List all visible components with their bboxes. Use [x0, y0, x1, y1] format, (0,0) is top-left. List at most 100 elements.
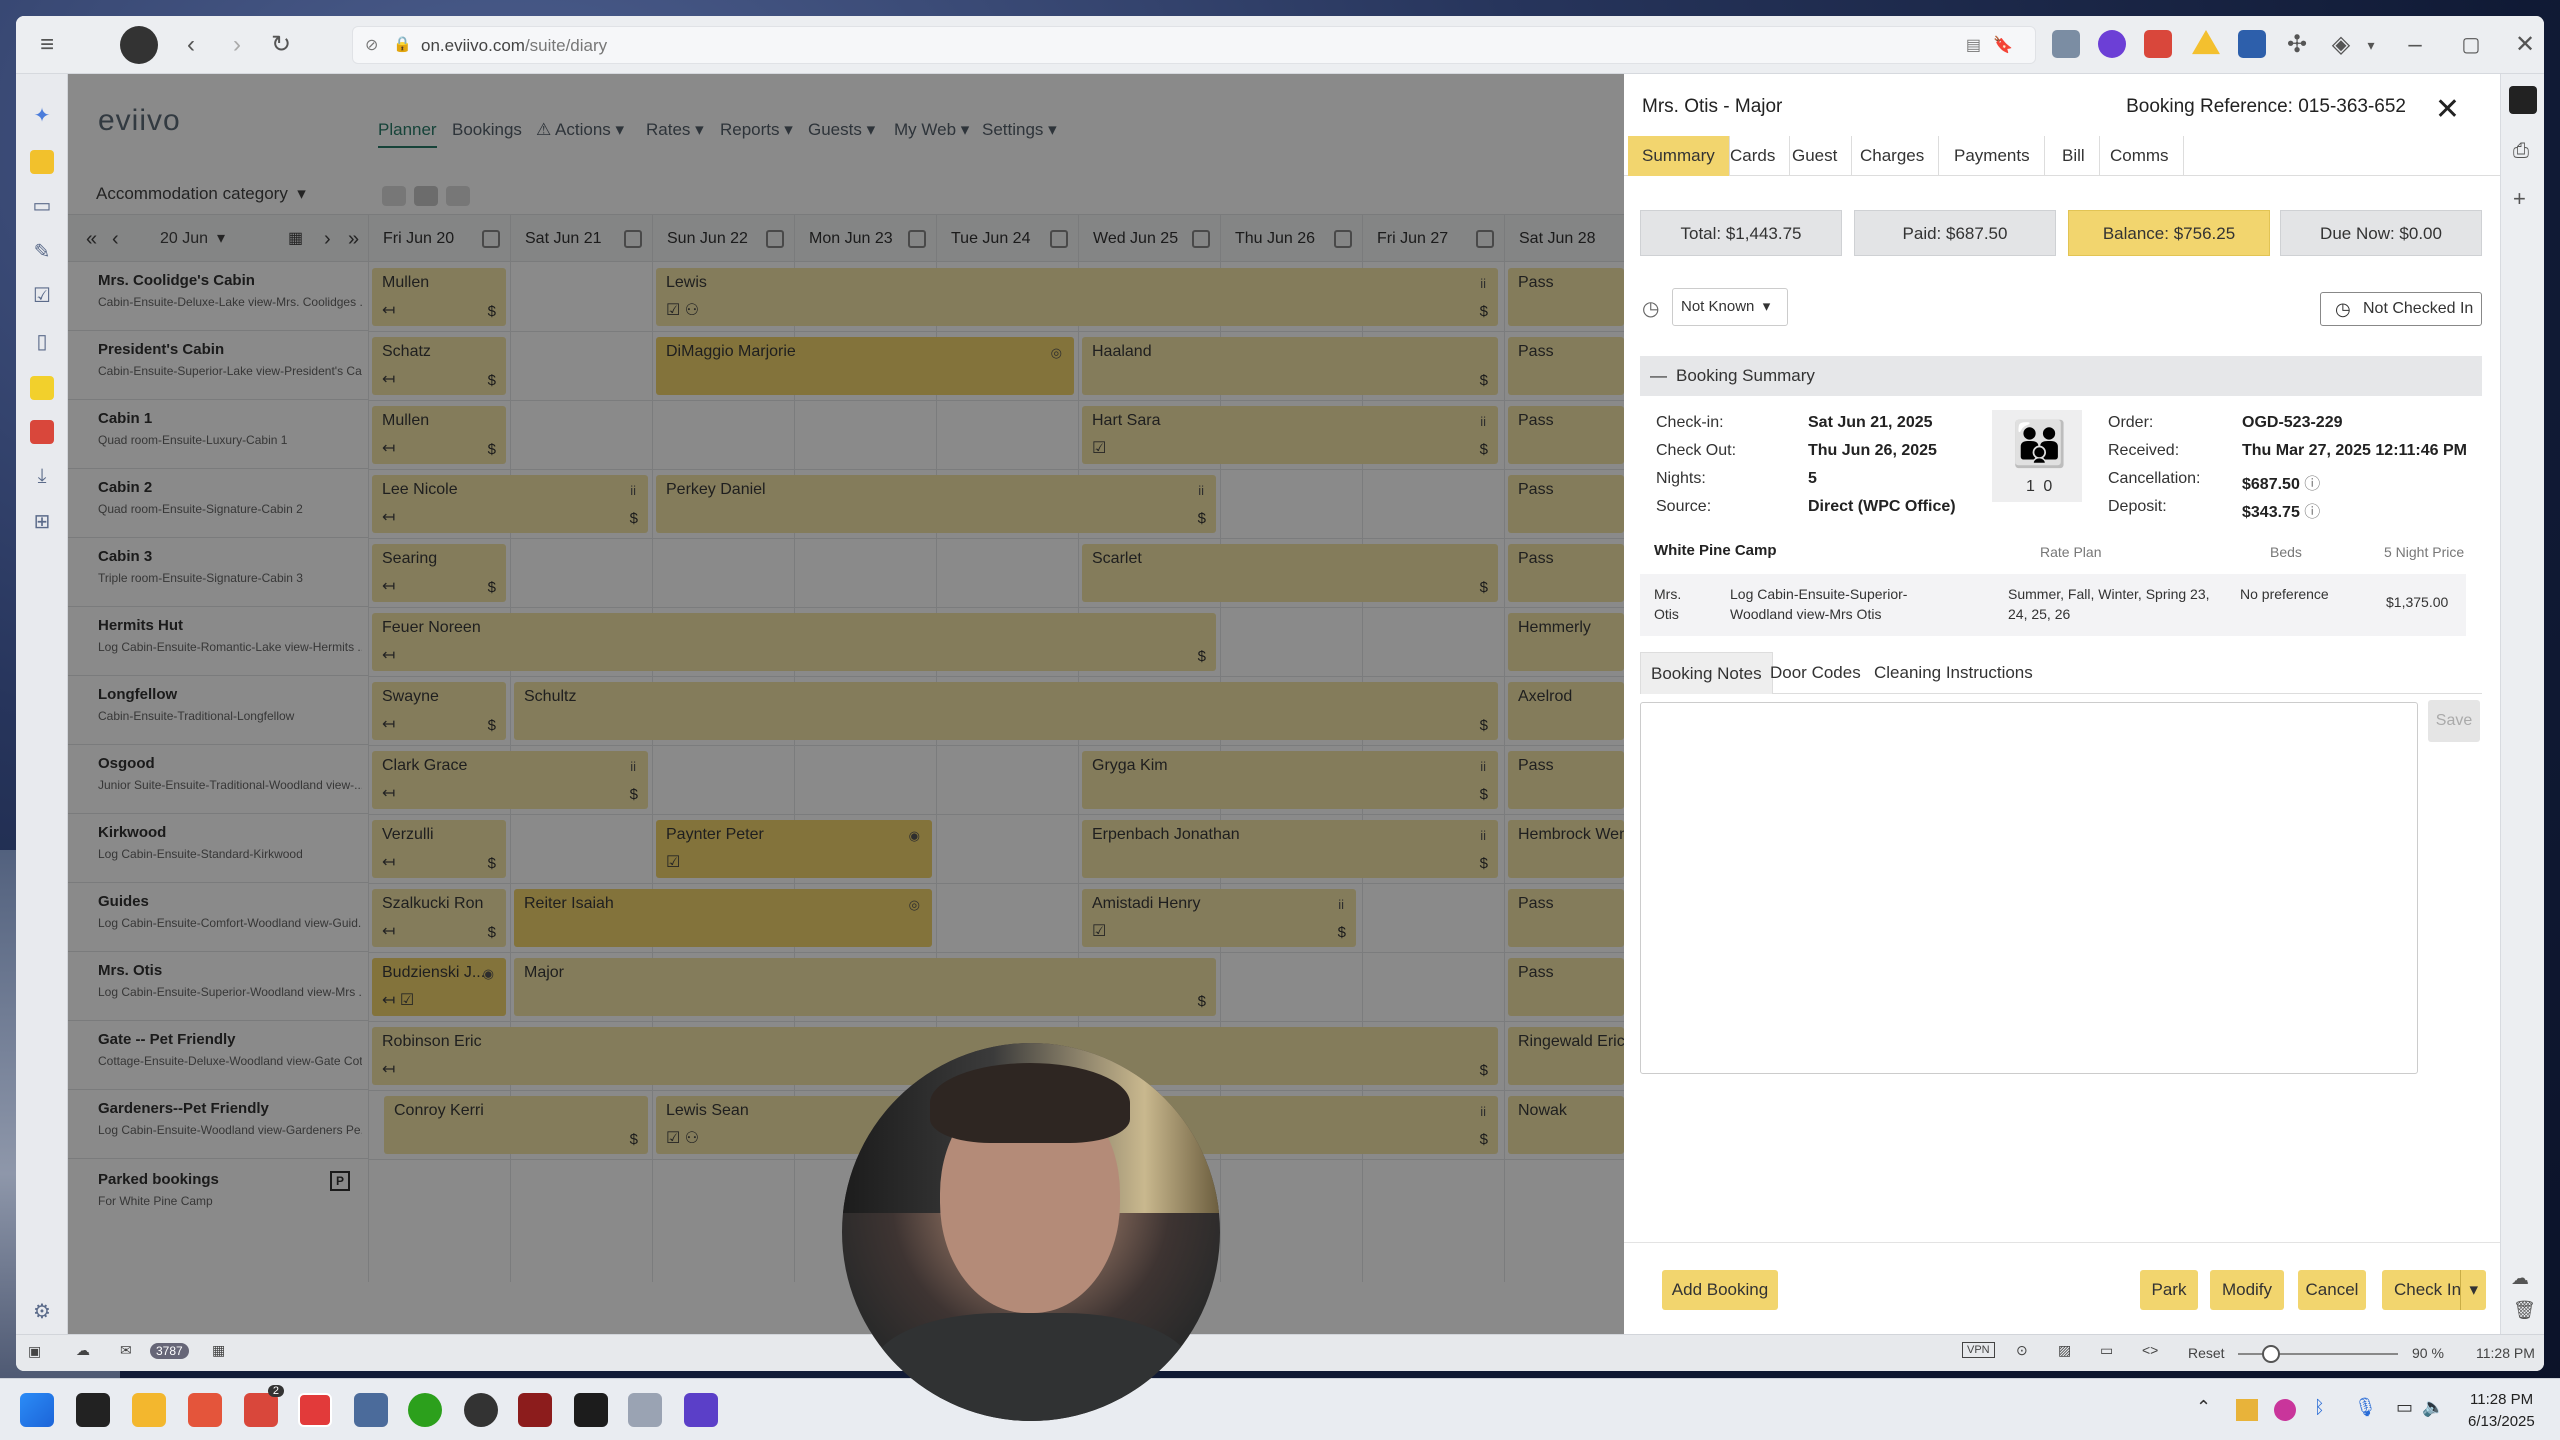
extension-panel-icon[interactable] [30, 376, 54, 400]
volume-icon[interactable]: 🔈 [2422, 1397, 2444, 1418]
extension-todoist-icon[interactable] [2144, 30, 2172, 58]
back-icon[interactable]: ‹ [176, 30, 206, 60]
close-window-icon[interactable]: ✕ [2510, 30, 2540, 60]
todoist-panel-icon[interactable] [30, 420, 54, 444]
reader-icon[interactable]: ▤ [1966, 35, 1981, 55]
bluetooth-icon[interactable]: ᛒ [2314, 1397, 2325, 1418]
add-booking-button[interactable]: Add Booking [1662, 1270, 1778, 1310]
minimize-icon[interactable]: – [2400, 30, 2430, 60]
cloud-icon[interactable]: ☁ [2511, 1268, 2529, 1289]
extension-drive-icon[interactable] [2192, 30, 2220, 55]
reading-list-icon[interactable]: ▯ [30, 330, 54, 354]
tile-icon[interactable]: ▭ [2100, 1342, 2113, 1359]
vpn-icon[interactable]: VPN [1962, 1342, 1995, 1358]
calendar-icon[interactable]: ▭ [30, 194, 54, 218]
tab-charges[interactable]: Charges [1846, 136, 1940, 176]
tab-bill[interactable]: Bill [2048, 136, 2100, 176]
taskbar-date[interactable]: 6/13/2025 [2468, 1413, 2535, 1430]
reload-icon[interactable]: ↻ [266, 30, 296, 60]
close-icon[interactable]: ✕ [2435, 92, 2460, 127]
webcam-hair [930, 1063, 1130, 1143]
zoom-slider-handle[interactable] [2262, 1345, 2280, 1363]
mail-icon[interactable]: ✉ [120, 1342, 132, 1359]
tab-booking-notes[interactable]: Booking Notes [1640, 652, 1773, 694]
panel-toggle-icon[interactable] [2509, 86, 2537, 114]
settings-gear-icon[interactable]: ⚙ [30, 1300, 54, 1324]
q-app-icon[interactable] [684, 1393, 718, 1427]
file-explorer-icon[interactable] [132, 1393, 166, 1427]
cloud-sync-icon[interactable]: ☁ [76, 1342, 90, 1359]
app-icon[interactable] [518, 1393, 552, 1427]
app-icon[interactable] [464, 1393, 498, 1427]
app-icon[interactable] [628, 1393, 662, 1427]
tray-icon[interactable] [2274, 1399, 2296, 1421]
add-panel-icon[interactable]: ⊞ [30, 510, 54, 534]
rate-plan-header: Rate Plan [2040, 544, 2102, 560]
ai-sparkle-icon[interactable]: ✦ [30, 104, 54, 128]
menu-icon[interactable]: ≡ [32, 30, 62, 60]
cancel-button[interactable]: Cancel [2298, 1270, 2366, 1310]
browser-logo-icon[interactable] [120, 26, 158, 64]
add-icon[interactable]: + [2513, 186, 2526, 212]
help-icon[interactable]: ⓘ [2304, 504, 2320, 521]
windows-start-icon[interactable] [20, 1393, 54, 1427]
check-in-button[interactable]: Check In ▾ [2382, 1270, 2486, 1310]
not-checked-in-button[interactable]: ◷ Not Checked In [2320, 292, 2482, 326]
park-button[interactable]: Park [2140, 1270, 2198, 1310]
extension-gallery-icon[interactable] [2052, 30, 2080, 58]
maximize-icon[interactable]: ▢ [2456, 30, 2486, 60]
booking-summary-header[interactable]: — Booking Summary [1640, 356, 2482, 396]
camera-icon[interactable]: ⊙ [2016, 1342, 2028, 1359]
tray-icon[interactable] [2236, 1399, 2258, 1421]
panel-icon[interactable]: ▣ [28, 1343, 41, 1360]
tab-guest[interactable]: Guest [1778, 136, 1853, 176]
tab-summary[interactable]: Summary [1628, 136, 1730, 176]
app-icon[interactable] [354, 1393, 388, 1427]
save-button[interactable]: Save [2428, 700, 2480, 742]
address-bar[interactable]: ⊘ 🔒 on.eviivo.com/suite/diary ▤ 🔖 [352, 26, 2036, 64]
modify-button[interactable]: Modify [2210, 1270, 2284, 1310]
taskbar-time[interactable]: 11:28 PM [2470, 1391, 2533, 1408]
help-icon[interactable]: ⓘ [2304, 476, 2320, 493]
property-name: White Pine Camp [1654, 542, 1777, 559]
browser-status-bar: ▣ ☁ ✉ 3787 ▦ VPN ⊙ ▨ ▭ <> Reset 90 % 11:… [16, 1334, 2544, 1371]
tab-cleaning-instructions[interactable]: Cleaning Instructions [1864, 652, 2043, 694]
image-icon[interactable]: ▨ [2058, 1342, 2071, 1359]
tab-door-codes[interactable]: Door Codes [1760, 652, 1871, 694]
network-icon[interactable]: ▭ [2396, 1397, 2413, 1418]
url-text: on.eviivo.com/suite/diary [421, 36, 608, 55]
edit-icon[interactable]: ✎ [30, 240, 54, 264]
quickbooks-icon[interactable] [408, 1393, 442, 1427]
todoist-icon[interactable]: 2 [244, 1385, 284, 1427]
checkin-label: Check-in: [1656, 414, 1724, 431]
total-box: Total: $1,443.75 [1640, 210, 1842, 256]
vivaldi-icon[interactable] [298, 1393, 332, 1427]
downloads-icon[interactable]: ⤓ [30, 464, 54, 488]
tray-chevron-icon[interactable]: ⌃ [2196, 1397, 2211, 1418]
forward-icon[interactable]: › [222, 30, 252, 60]
layers-icon[interactable]: ◈ [2326, 30, 2356, 60]
extension-q-icon[interactable] [2098, 30, 2126, 58]
task-view-icon[interactable] [76, 1393, 110, 1427]
notes-icon[interactable] [30, 150, 54, 174]
tasks-icon[interactable]: ☑ [30, 284, 54, 308]
code-icon[interactable]: <> [2142, 1342, 2158, 1358]
bookmark-icon[interactable]: 🔖 [1993, 35, 2013, 55]
chevron-down-icon[interactable]: ▾ [2460, 1270, 2478, 1310]
tab-comms[interactable]: Comms [2096, 136, 2184, 176]
extensions-puzzle-icon[interactable]: ✣ [2282, 30, 2312, 60]
app-icon[interactable] [188, 1393, 222, 1427]
chevron-down-icon[interactable]: ▾ [2356, 30, 2386, 60]
tab-payments[interactable]: Payments [1940, 136, 2045, 176]
calendar-icon[interactable]: ▦ [212, 1342, 225, 1359]
zoom-reset[interactable]: Reset [2188, 1345, 2225, 1361]
booking-notes-textarea[interactable] [1640, 702, 2418, 1074]
deposit-value: $343.75 ⓘ [2242, 504, 2321, 521]
microphone-icon[interactable]: 🎙 [2354, 1397, 2377, 1418]
arrival-time-select[interactable]: Not Known ▾ [1672, 288, 1788, 326]
nights-label: Nights: [1656, 470, 1706, 487]
printer-icon[interactable]: ⎙ [2513, 140, 2529, 163]
audio-app-icon[interactable] [574, 1393, 608, 1427]
extension-screenshot-icon[interactable] [2238, 30, 2266, 58]
trash-icon[interactable]: 🗑 [2513, 1300, 2536, 1321]
